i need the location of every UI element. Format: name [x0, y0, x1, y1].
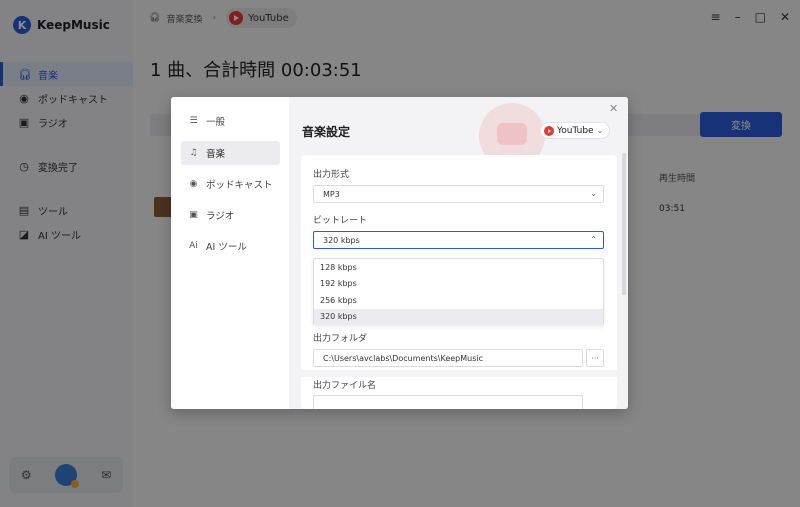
- ai-icon: Ai: [189, 241, 198, 251]
- chevron-down-icon: ⌄: [596, 126, 604, 135]
- settings-tab-ai-tools[interactable]: Ai AI ツール: [181, 234, 280, 258]
- output-format-value: MP3: [323, 189, 340, 199]
- browse-folder-button[interactable]: ···: [586, 349, 604, 367]
- settings-content: 音楽設定 YouTube ⌄ ✕ 出力形式 MP3 ⌄ ビットレート 320 k…: [289, 97, 628, 409]
- bitrate-option[interactable]: 192 kbps: [314, 276, 603, 293]
- settings-tab-music[interactable]: ♫ 音楽: [181, 141, 280, 165]
- settings-tab-radio[interactable]: ▣ ラジオ: [181, 203, 280, 227]
- settings-tab-podcast[interactable]: ◉ ポッドキャスト: [181, 172, 280, 196]
- output-folder-input[interactable]: C:\Users\avclabs\Documents\KeepMusic: [313, 349, 583, 367]
- sliders-icon: ☰: [189, 116, 198, 126]
- chevron-up-icon: ⌃: [590, 235, 597, 244]
- bitrate-option[interactable]: 128 kbps: [314, 259, 603, 276]
- output-format-label: 出力形式: [313, 170, 350, 180]
- bitrate-option[interactable]: 256 kbps: [314, 292, 603, 309]
- settings-tab-label: 一般: [206, 117, 226, 128]
- output-folder-label: 出力フォルダ: [313, 334, 368, 344]
- youtube-icon: [544, 125, 554, 136]
- output-filename-label: 出力ファイル名: [313, 381, 377, 391]
- scrollbar[interactable]: [622, 153, 626, 295]
- bitrate-options: 128 kbps 192 kbps 256 kbps 320 kbps: [313, 258, 604, 325]
- settings-tab-general[interactable]: ☰ 一般: [181, 109, 280, 133]
- settings-tab-label: AI ツール: [206, 242, 247, 253]
- dialog-title: 音楽設定: [302, 125, 351, 139]
- settings-nav: ☰ 一般 ♫ 音楽 ◉ ポッドキャスト ▣ ラジオ Ai AI ツール: [171, 97, 289, 409]
- source-select-value: YouTube: [557, 125, 594, 136]
- settings-tab-label: 音楽: [206, 149, 226, 160]
- settings-tab-label: ポッドキャスト: [206, 180, 273, 191]
- chevron-down-icon: ⌄: [590, 189, 597, 198]
- settings-dialog: ☰ 一般 ♫ 音楽 ◉ ポッドキャスト ▣ ラジオ Ai AI ツール 音楽設定…: [171, 97, 628, 409]
- bitrate-select[interactable]: 320 kbps ⌃: [313, 231, 604, 249]
- podcast-icon: ◉: [189, 179, 198, 189]
- panel-divider: [301, 370, 617, 377]
- music-note-icon: ♫: [189, 148, 198, 158]
- settings-tab-label: ラジオ: [206, 211, 235, 222]
- bitrate-option-selected[interactable]: 320 kbps: [314, 308, 603, 325]
- close-icon[interactable]: ✕: [609, 102, 618, 115]
- output-filename-input[interactable]: [313, 395, 583, 409]
- source-select[interactable]: YouTube ⌄: [541, 123, 610, 138]
- bitrate-label: ビットレート: [313, 216, 368, 226]
- output-format-select[interactable]: MP3 ⌄: [313, 185, 604, 203]
- radio-icon: ▣: [189, 210, 198, 220]
- bitrate-value: 320 kbps: [323, 235, 360, 245]
